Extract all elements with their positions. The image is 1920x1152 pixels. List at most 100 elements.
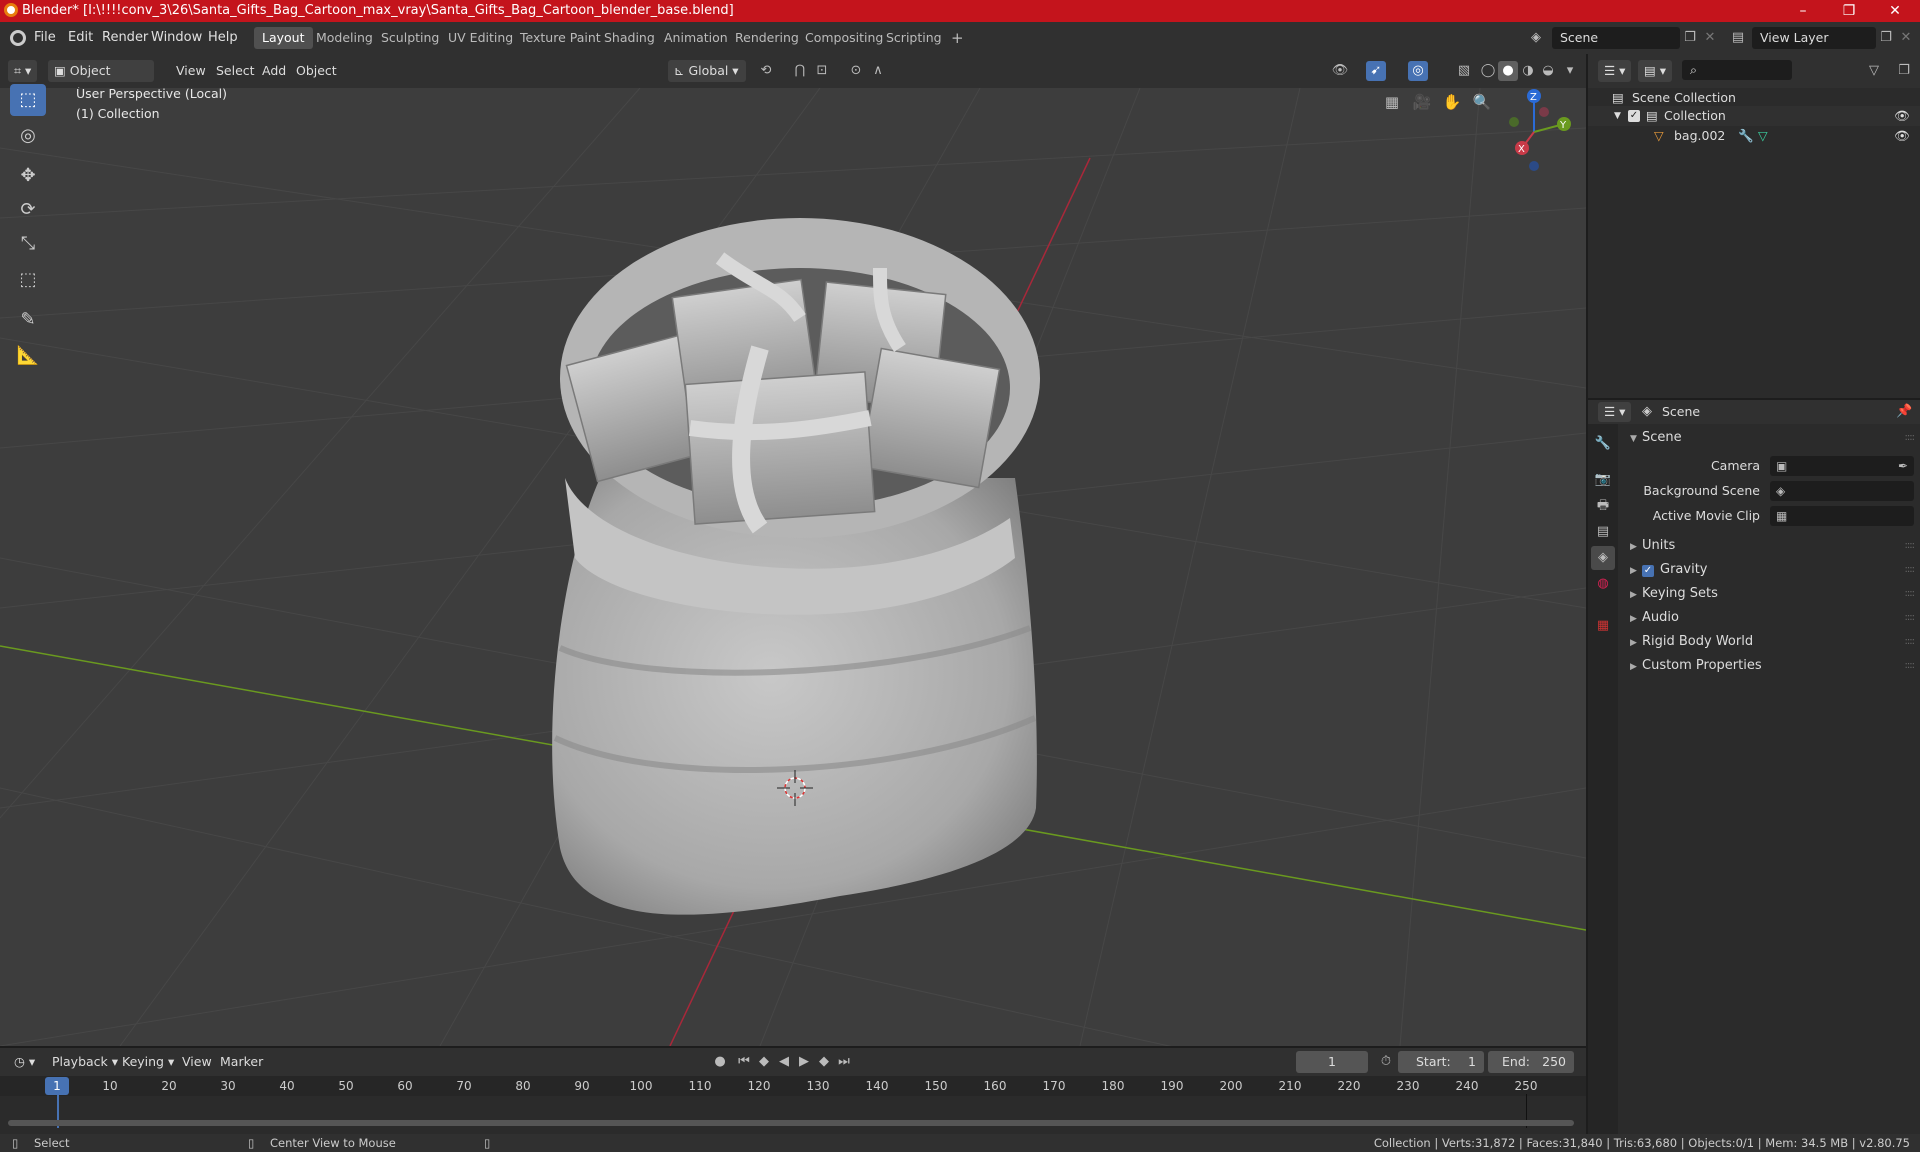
tab-tool-icon[interactable]: 🔧 xyxy=(1591,432,1615,456)
drag-grip-icon[interactable]: :::: xyxy=(1905,660,1916,671)
drag-grip-icon[interactable]: :::: xyxy=(1905,588,1916,599)
outliner-row-collection[interactable]: ▼ ✓ ▤ Collection 👁 xyxy=(1588,106,1920,126)
orientation-selector[interactable]: ⊾ Global ▾ xyxy=(668,60,746,82)
rendered-shading-icon[interactable]: ◒ xyxy=(1538,61,1558,81)
jump-start-icon[interactable]: ⏮ xyxy=(734,1052,754,1072)
scene-panel-header[interactable]: ▼ Scene xyxy=(1630,430,1682,445)
play-icon[interactable]: ▶ xyxy=(794,1052,814,1072)
minimize-button[interactable]: – xyxy=(1780,0,1826,22)
toggle-perspective-icon[interactable]: ▦ xyxy=(1378,88,1406,116)
santa-gift-bag-model[interactable] xyxy=(552,218,1040,915)
menu-playback[interactable]: Playback ▾ xyxy=(46,1051,124,1073)
collection-visibility-eye-icon[interactable]: 👁 xyxy=(1894,106,1910,126)
tab-sculpting[interactable]: Sculpting xyxy=(373,27,447,49)
view-layer-selector[interactable]: View Layer xyxy=(1752,27,1876,49)
tab-texture-icon[interactable]: ▦ xyxy=(1591,614,1615,638)
shading-options-icon[interactable]: ▾ xyxy=(1560,61,1580,81)
overlays-toggle-icon[interactable]: ◎ xyxy=(1408,61,1428,81)
solid-shading-icon[interactable]: ● xyxy=(1498,61,1518,81)
background-scene-field[interactable]: ◈ xyxy=(1770,481,1914,501)
menu-select[interactable]: Select xyxy=(210,60,261,82)
snap-icon[interactable]: ⋂ xyxy=(790,61,810,81)
area-separator[interactable] xyxy=(0,1046,1586,1048)
mesh-data-icon[interactable]: ▽ xyxy=(1758,126,1768,146)
new-collection-icon[interactable]: ❐ xyxy=(1894,61,1914,81)
zoom-view-icon[interactable]: 🔍 xyxy=(1468,88,1496,116)
menu-object[interactable]: Object xyxy=(290,60,343,82)
outliner-row-scene-collection[interactable]: ▤ Scene Collection xyxy=(1588,88,1920,108)
outliner-editor-type-button[interactable]: ☰ ▾ xyxy=(1598,60,1632,82)
gizmo-toggle-icon[interactable]: ➹ xyxy=(1366,61,1386,81)
properties-editor-type-button[interactable]: ☰ ▾ xyxy=(1598,402,1632,422)
close-button[interactable]: ✕ xyxy=(1872,0,1918,22)
delete-view-layer-icon[interactable]: ✕ xyxy=(1896,28,1916,48)
tab-scene-icon[interactable]: ◈ xyxy=(1591,546,1615,570)
blender-menu-icon[interactable] xyxy=(10,30,26,46)
filter-icon[interactable]: ▽ xyxy=(1864,61,1884,81)
menu-view[interactable]: View xyxy=(170,60,212,82)
modifier-wrench-icon[interactable]: 🔧 xyxy=(1738,126,1754,146)
new-view-layer-icon[interactable]: ❐ xyxy=(1876,28,1896,48)
measure-tool[interactable]: 📐 xyxy=(10,340,46,372)
collapse-arrow-icon[interactable]: ▼ xyxy=(1614,106,1621,126)
rigid-body-world-panel-header[interactable]: ▶ Rigid Body World xyxy=(1630,634,1753,649)
drag-grip-icon[interactable]: :::: xyxy=(1905,636,1916,647)
audio-panel-header[interactable]: ▶ Audio xyxy=(1630,610,1679,625)
tab-rendering[interactable]: Rendering xyxy=(727,27,807,49)
maximize-button[interactable]: ❐ xyxy=(1826,0,1872,22)
menu-marker[interactable]: Marker xyxy=(214,1051,269,1073)
prev-keyframe-icon[interactable]: ◆ xyxy=(754,1052,774,1072)
timeline-scrollbar[interactable] xyxy=(8,1120,1574,1126)
3d-viewport[interactable]: Z Y X ▦ 🎥 ✋ 🔍 xyxy=(0,88,1586,1046)
add-workspace-button[interactable]: + xyxy=(943,27,972,49)
next-keyframe-icon[interactable]: ◆ xyxy=(814,1052,834,1072)
outliner-row-object[interactable]: ▽ bag.002 🔧 ▽ 👁 xyxy=(1588,126,1920,146)
jump-end-icon[interactable]: ⏭ xyxy=(834,1052,854,1072)
tab-layout[interactable]: Layout xyxy=(254,27,313,49)
drag-grip-icon[interactable]: :::: xyxy=(1905,564,1916,575)
current-frame-field[interactable]: 1 xyxy=(1296,1051,1368,1073)
drag-grip-icon[interactable]: :::: xyxy=(1905,540,1916,551)
object-visibility-eye-icon[interactable]: 👁 xyxy=(1894,126,1910,146)
tab-scripting[interactable]: Scripting xyxy=(878,27,950,49)
menu-window[interactable]: Window xyxy=(151,30,202,45)
custom-properties-panel-header[interactable]: ▶ Custom Properties xyxy=(1630,658,1762,673)
tab-shading[interactable]: Shading xyxy=(596,27,663,49)
area-separator[interactable] xyxy=(1586,54,1588,1134)
menu-help[interactable]: Help xyxy=(208,30,238,45)
pivot-point-icon[interactable]: ⟲ xyxy=(756,61,776,81)
proportional-editing-icon[interactable]: ⊙ xyxy=(846,61,866,81)
collection-checkbox[interactable]: ✓ xyxy=(1628,110,1640,122)
menu-file[interactable]: File xyxy=(34,30,56,45)
move-tool[interactable]: ✥ xyxy=(10,160,46,192)
outliner-search-input[interactable]: ⌕ xyxy=(1682,60,1792,80)
material-shading-icon[interactable]: ◑ xyxy=(1518,61,1538,81)
snap-target-icon[interactable]: ⊡ xyxy=(812,61,832,81)
view-layer-icon[interactable]: ▤ xyxy=(1728,28,1748,48)
play-reverse-icon[interactable]: ◀ xyxy=(774,1052,794,1072)
scene-selector[interactable]: Scene xyxy=(1552,27,1680,49)
camera-field[interactable]: ▣ ✒ xyxy=(1770,456,1914,476)
timeline-area[interactable]: 10 20 30 40 50 60 70 80 90 100 110 120 130 140 150 160 1… xyxy=(0,1076,1586,1134)
menu-keying[interactable]: Keying ▾ xyxy=(116,1051,180,1073)
tab-animation[interactable]: Animation xyxy=(656,27,736,49)
menu-edit[interactable]: Edit xyxy=(68,30,93,45)
tab-world-icon[interactable]: ◍ xyxy=(1591,572,1615,596)
camera-view-icon[interactable]: 🎥 xyxy=(1408,88,1436,116)
visibility-icon[interactable]: 👁 xyxy=(1330,61,1350,81)
cursor-tool[interactable]: ◎ xyxy=(10,120,46,152)
scene-icon[interactable]: ◈ xyxy=(1526,28,1546,48)
delete-scene-icon[interactable]: ✕ xyxy=(1700,28,1720,48)
display-mode-button[interactable]: ▤ ▾ xyxy=(1638,60,1673,82)
scale-tool[interactable]: ⤡ xyxy=(10,228,46,260)
record-icon[interactable]: ● xyxy=(710,1052,730,1072)
pan-view-icon[interactable]: ✋ xyxy=(1438,88,1466,116)
playhead-frame-label[interactable]: 1 xyxy=(45,1077,69,1095)
annotate-tool[interactable]: ✎ xyxy=(10,304,46,336)
drag-grip-icon[interactable]: :::: xyxy=(1905,612,1916,623)
tab-modeling[interactable]: Modeling xyxy=(308,27,381,49)
stopwatch-icon[interactable]: ⏱ xyxy=(1376,1052,1396,1072)
new-scene-icon[interactable]: ❐ xyxy=(1680,28,1700,48)
menu-render[interactable]: Render xyxy=(102,30,148,45)
drag-grip-icon[interactable]: :::: xyxy=(1905,432,1916,443)
